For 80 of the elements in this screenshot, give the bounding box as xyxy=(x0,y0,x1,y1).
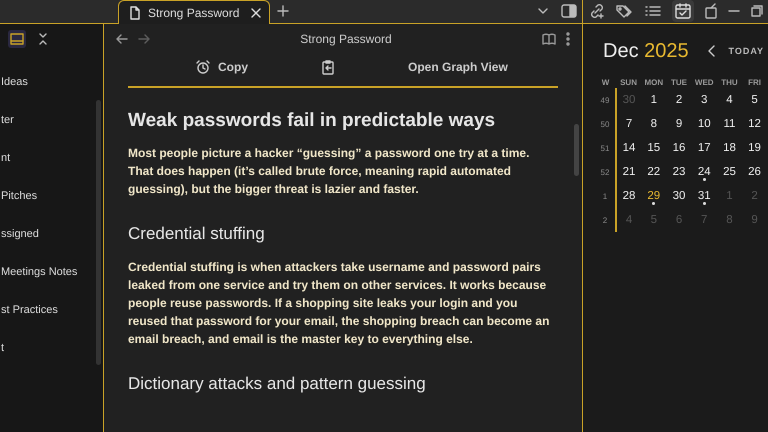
sidebar-toggle-icon[interactable] xyxy=(561,4,577,18)
weekday-label: WED xyxy=(694,76,715,88)
calendar-day[interactable]: 12 xyxy=(742,112,767,136)
weekday-label: TUE xyxy=(670,76,688,88)
tags-icon[interactable] xyxy=(616,4,634,18)
book-icon[interactable] xyxy=(542,33,556,45)
calendar-day[interactable]: 14 xyxy=(616,136,642,160)
calendar-day[interactable]: 28 xyxy=(616,184,642,208)
calendar-day[interactable]: 19 xyxy=(742,136,767,160)
collapse-icon[interactable] xyxy=(38,33,48,45)
section-heading: Weak passwords fail in predictable ways xyxy=(128,110,496,132)
file-item[interactable]: ter xyxy=(1,110,103,130)
back-arrow-icon[interactable] xyxy=(116,34,128,44)
plus-icon[interactable] xyxy=(277,5,289,17)
file-item[interactable]: nt xyxy=(1,148,103,168)
calendar-day[interactable]: 2 xyxy=(666,88,692,112)
link-plus-icon[interactable] xyxy=(588,3,604,19)
document-icon xyxy=(129,6,141,20)
calendar-check-icon[interactable] xyxy=(672,0,694,22)
calendar-day[interactable]: 23 xyxy=(666,160,692,184)
calendar-day[interactable]: 17 xyxy=(692,136,717,160)
weekday-label: SUN xyxy=(616,76,642,88)
calendar-day[interactable]: 5 xyxy=(742,88,767,112)
calendar-day[interactable]: 1 xyxy=(641,88,666,112)
weekday-label: W xyxy=(595,76,616,88)
week-number: 49 xyxy=(595,88,616,112)
week-number: 50 xyxy=(595,112,616,136)
calendar-day[interactable]: 15 xyxy=(641,136,666,160)
chevron-left-icon[interactable] xyxy=(708,45,716,57)
calendar-day[interactable]: 10 xyxy=(692,112,717,136)
paragraph: Credential stuffing is when attackers take username and password pairs leaked from one service and try them on other services. It works because people reuse passwords. If a shopping site leaks your login and you reused that password for your email, the shopping breach can become an email breach, and email is the master key to everything else. xyxy=(128,259,550,348)
file-item[interactable]: Pitches xyxy=(1,186,103,206)
copy-button[interactable]: Copy xyxy=(192,57,252,77)
note-title: Strong Password xyxy=(299,32,393,46)
weekday-label: THU xyxy=(720,76,739,88)
calendar-day[interactable]: 24 xyxy=(692,160,717,184)
sidebar-layout-icon[interactable] xyxy=(10,33,24,45)
calendar-day[interactable]: 8 xyxy=(641,112,666,136)
calendar-day[interactable]: 30 xyxy=(666,184,692,208)
file-item[interactable]: ssigned xyxy=(1,224,103,244)
close-icon[interactable] xyxy=(251,8,261,18)
weekday-label: FRI xyxy=(747,76,762,88)
week-number: 1 xyxy=(595,184,616,208)
calendar-day[interactable]: 3 xyxy=(692,88,717,112)
scrollbar xyxy=(574,124,579,176)
minimize-icon[interactable] xyxy=(728,10,740,12)
paragraph: Most people picture a hacker “guessing” a password one try at a time. That does happen (it’s called brute force, meaning rapid automated guessing), but the bigger threat is lazier and faster. xyxy=(128,145,530,198)
clipboard-icon xyxy=(322,60,334,74)
calendar-day[interactable]: 11 xyxy=(716,112,742,136)
calendar-day[interactable]: 22 xyxy=(641,160,666,184)
calendar-day[interactable]: 26 xyxy=(742,160,767,184)
chevron-down-icon[interactable] xyxy=(537,7,549,15)
graph-view-button[interactable]: Open Graph View xyxy=(404,57,512,77)
subsection-heading: Credential stuffing xyxy=(128,224,266,244)
week-number: 52 xyxy=(595,160,616,184)
today-button[interactable]: TODAY xyxy=(728,46,764,56)
file-item[interactable]: st Practices xyxy=(1,300,103,320)
week-number: 51 xyxy=(595,136,616,160)
week-number: 2 xyxy=(595,208,616,232)
more-icon[interactable] xyxy=(566,32,570,46)
calendar-day[interactable]: 9 xyxy=(666,112,692,136)
note-tab[interactable]: Strong Password xyxy=(118,0,270,24)
weekday-label: MON xyxy=(643,76,664,88)
calendar-day[interactable]: 21 xyxy=(616,160,642,184)
file-item[interactable]: Ideas xyxy=(1,72,103,92)
calendar-day[interactable]: 31 xyxy=(692,184,717,208)
calendar-day[interactable]: 18 xyxy=(716,136,742,160)
calendar-day[interactable]: 7 xyxy=(616,112,642,136)
alarm-clock-icon xyxy=(196,60,210,74)
calendar-day[interactable]: 29 xyxy=(641,184,666,208)
file-item[interactable]: Meetings Notes xyxy=(1,262,103,282)
calendar-day[interactable]: 16 xyxy=(666,136,692,160)
month-title: Dec 2025 xyxy=(603,40,689,62)
calendar-day[interactable]: 4 xyxy=(716,88,742,112)
calendar-day[interactable]: 25 xyxy=(716,160,742,184)
forward-arrow-icon[interactable] xyxy=(138,34,150,44)
subsection-heading: Dictionary attacks and pattern guessing xyxy=(128,374,427,394)
list-icon[interactable] xyxy=(644,5,660,17)
restore-icon[interactable] xyxy=(750,5,762,17)
file-item[interactable]: t xyxy=(1,338,103,358)
